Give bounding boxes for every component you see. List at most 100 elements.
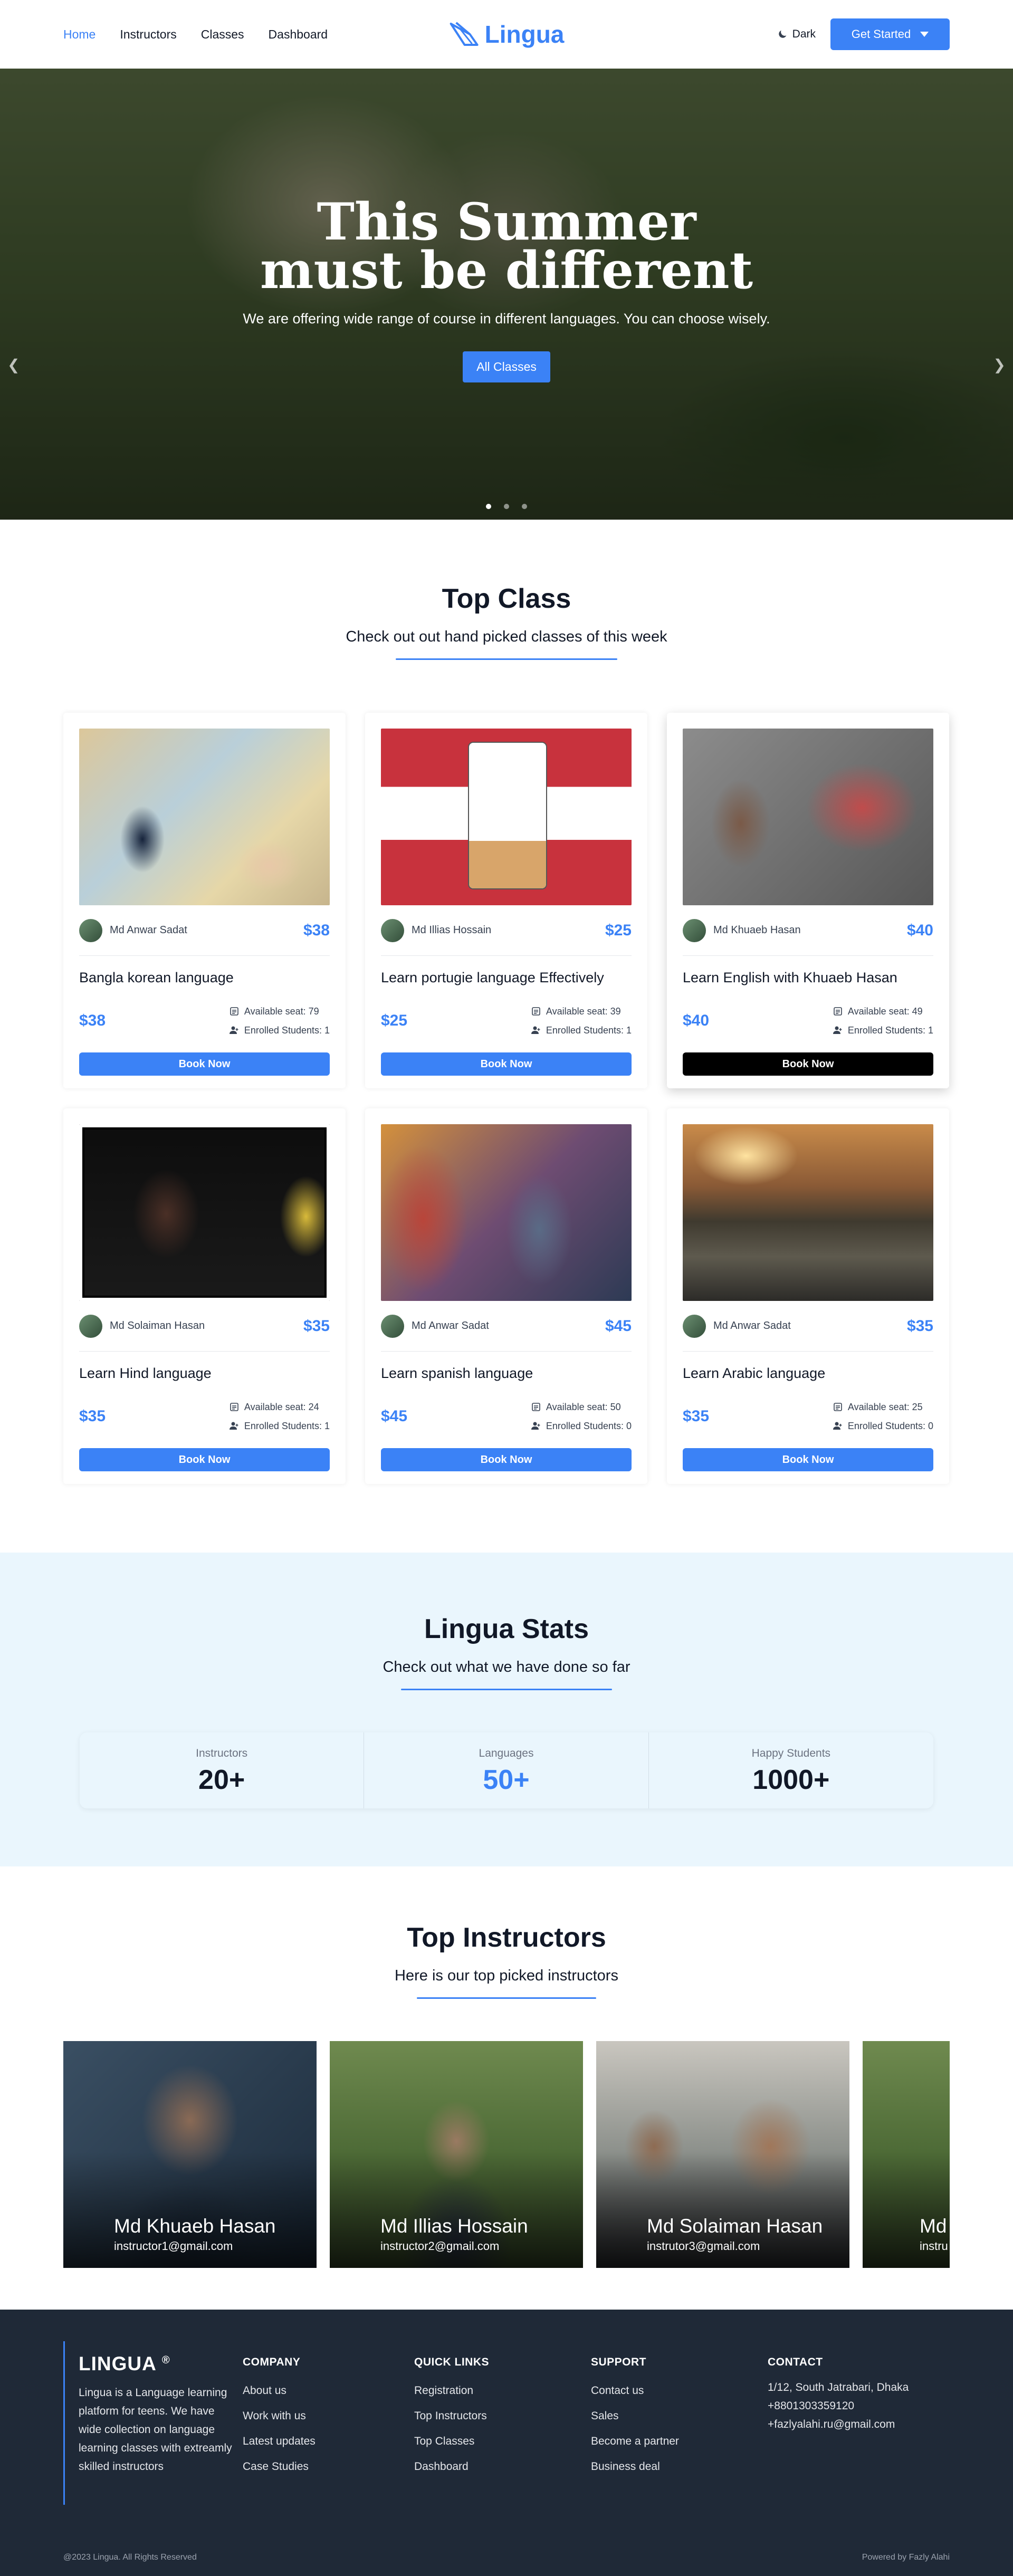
avatar bbox=[381, 918, 404, 942]
book-now-button[interactable]: Book Now bbox=[683, 1448, 933, 1471]
footer-link-case-studies[interactable]: Case Studies bbox=[243, 2454, 414, 2479]
class-card: Md Illias Hossain $25 Learn portugie langu… bbox=[365, 713, 647, 1088]
class-info: $38 Available seat: 79 Enrolled Students: … bbox=[79, 1002, 330, 1040]
nav-classes[interactable]: Classes bbox=[201, 27, 244, 42]
class-meta: Md Anwar Sadat $45 bbox=[381, 1301, 632, 1352]
footer-brand: LINGUA ® Lingua is a Language learning pl… bbox=[63, 2341, 243, 2505]
enrolled-students: Enrolled Students: 1 bbox=[229, 1021, 330, 1040]
instructor-email: instru bbox=[920, 2239, 948, 2253]
instructor-card[interactable]: Md Illias Hossain instructor2@gmail.com bbox=[330, 2041, 583, 2268]
top-class-header: Top Class Check out out hand picked clas… bbox=[63, 583, 950, 660]
book-now-button[interactable]: Book Now bbox=[79, 1052, 330, 1076]
nav-home[interactable]: Home bbox=[63, 27, 95, 42]
enrolled-students: Enrolled Students: 1 bbox=[531, 1021, 632, 1040]
instructors-header: Top Instructors Here is our top picked i… bbox=[0, 1922, 1013, 1999]
get-started-button[interactable]: Get Started bbox=[830, 18, 950, 50]
hero-content: This Summer must be different We are off… bbox=[0, 197, 1013, 382]
avatar bbox=[381, 1314, 404, 1338]
avatar bbox=[79, 1314, 102, 1338]
footer-link-sales[interactable]: Sales bbox=[591, 2403, 768, 2429]
instructor-name: Md Illias Hossain bbox=[380, 2215, 528, 2237]
instructor-card[interactable]: Md instru bbox=[863, 2041, 950, 2268]
dark-mode-toggle[interactable]: Dark bbox=[777, 28, 816, 41]
contact-phone: +8801303359120 bbox=[768, 2400, 855, 2412]
brand-name: Lingua bbox=[484, 21, 565, 48]
footer-link-about[interactable]: About us bbox=[243, 2378, 414, 2403]
stats-box: Instructors 20+ Languages 50+ Happy Stud… bbox=[80, 1732, 933, 1808]
book-now-button[interactable]: Book Now bbox=[381, 1448, 632, 1471]
divider bbox=[417, 1997, 596, 1999]
footer-link-dashboard[interactable]: Dashboard bbox=[414, 2454, 591, 2479]
stat-value: 50+ bbox=[483, 1765, 530, 1795]
stat-happy-students: Happy Students 1000+ bbox=[649, 1732, 933, 1808]
class-image-emblem bbox=[468, 742, 547, 889]
available-seats: Available seat: 50 bbox=[531, 1397, 632, 1416]
footer-col-title: SUPPORT bbox=[591, 2356, 647, 2368]
instructor-card[interactable]: Md Solaiman Hasan instrutor3@gmail.com bbox=[596, 2041, 849, 2268]
enrolled-text: Enrolled Students: 1 bbox=[546, 1025, 632, 1036]
brand-logo[interactable]: Lingua bbox=[449, 20, 565, 49]
book-now-button[interactable]: Book Now bbox=[683, 1052, 933, 1076]
class-info: $45 Available seat: 50 Enrolled Students: … bbox=[381, 1397, 632, 1435]
stat-value: 1000+ bbox=[752, 1765, 830, 1795]
class-meta: Md Anwar Sadat $35 bbox=[683, 1301, 933, 1352]
hero-title: This Summer must be different bbox=[0, 197, 1013, 296]
slider-dot-3[interactable] bbox=[522, 504, 527, 509]
class-info: $35 Available seat: 25 Enrolled Students: … bbox=[683, 1397, 933, 1435]
class-price-secondary: $40 bbox=[683, 1012, 710, 1029]
stats-title: Lingua Stats bbox=[424, 1614, 589, 1644]
class-instructor: Md Khuaeb Hasan bbox=[683, 918, 801, 942]
footer-link-registration[interactable]: Registration bbox=[414, 2378, 591, 2403]
user-plus-icon bbox=[833, 1422, 842, 1430]
nav-dashboard[interactable]: Dashboard bbox=[269, 27, 328, 42]
slider-dot-1[interactable] bbox=[486, 504, 491, 509]
enrolled-students: Enrolled Students: 0 bbox=[833, 1416, 933, 1435]
instructor-email: instructor2@gmail.com bbox=[380, 2239, 500, 2253]
top-class-title: Top Class bbox=[442, 583, 571, 614]
class-price: $25 bbox=[605, 921, 632, 939]
footer-link-updates[interactable]: Latest updates bbox=[243, 2429, 414, 2454]
class-price-secondary: $38 bbox=[79, 1012, 106, 1029]
book-now-button[interactable]: Book Now bbox=[381, 1052, 632, 1076]
book-now-button[interactable]: Book Now bbox=[79, 1448, 330, 1471]
class-price: $45 bbox=[605, 1317, 632, 1335]
stats-section: Lingua Stats Check out what we have done… bbox=[0, 1553, 1013, 1866]
enrolled-text: Enrolled Students: 0 bbox=[546, 1421, 632, 1431]
instructors-title: Top Instructors bbox=[407, 1922, 606, 1953]
footer-link-top-classes[interactable]: Top Classes bbox=[414, 2429, 591, 2454]
class-image bbox=[79, 729, 330, 905]
class-image bbox=[683, 729, 933, 905]
footer-link-contact[interactable]: Contact us bbox=[591, 2378, 768, 2403]
instructor-carousel[interactable]: Md Khuaeb Hasan instructor1@gmail.com Md… bbox=[0, 2041, 1013, 2268]
class-instructor: Md Anwar Sadat bbox=[79, 918, 187, 942]
footer-link-partner[interactable]: Become a partner bbox=[591, 2429, 768, 2454]
footer-link-top-instructors[interactable]: Top Instructors bbox=[414, 2403, 591, 2429]
calendar-icon bbox=[834, 1403, 842, 1411]
instructor-card[interactable]: Md Khuaeb Hasan instructor1@gmail.com bbox=[63, 2041, 317, 2268]
stat-languages: Languages 50+ bbox=[364, 1732, 649, 1808]
calendar-icon bbox=[532, 1403, 540, 1411]
class-price-secondary: $35 bbox=[79, 1407, 106, 1425]
footer-link-business[interactable]: Business deal bbox=[591, 2454, 768, 2479]
class-price: $35 bbox=[906, 1317, 933, 1335]
class-price-secondary: $35 bbox=[683, 1407, 710, 1425]
footer-contact: CONTACT 1/12, South Jatrabari, Dhaka +88… bbox=[768, 2341, 942, 2505]
all-classes-button[interactable]: All Classes bbox=[463, 351, 550, 382]
footer-brand-name: LINGUA ® bbox=[79, 2353, 243, 2375]
get-started-label: Get Started bbox=[851, 27, 911, 41]
class-stats: Available seat: 24 Enrolled Students: 1 bbox=[229, 1397, 330, 1435]
footer-brand-text: LINGUA bbox=[79, 2353, 157, 2374]
footer-link-work[interactable]: Work with us bbox=[243, 2403, 414, 2429]
available-seats: Available seat: 39 bbox=[531, 1002, 632, 1021]
class-stats: Available seat: 79 Enrolled Students: 1 bbox=[229, 1002, 330, 1040]
stat-label: Happy Students bbox=[751, 1747, 831, 1759]
slider-dot-2[interactable] bbox=[504, 504, 509, 509]
nav-instructors[interactable]: Instructors bbox=[120, 27, 176, 42]
instructor-name: Md Illias Hossain bbox=[412, 924, 492, 936]
class-info: $25 Available seat: 39 Enrolled Students: … bbox=[381, 1002, 632, 1040]
class-stats: Available seat: 25 Enrolled Students: 0 bbox=[833, 1397, 933, 1435]
class-image bbox=[381, 729, 632, 905]
calendar-icon bbox=[834, 1007, 842, 1016]
top-navbar: Home Instructors Classes Dashboard Lingu… bbox=[0, 0, 1013, 69]
top-instructors-section: Top Instructors Here is our top picked i… bbox=[0, 1866, 1013, 2310]
